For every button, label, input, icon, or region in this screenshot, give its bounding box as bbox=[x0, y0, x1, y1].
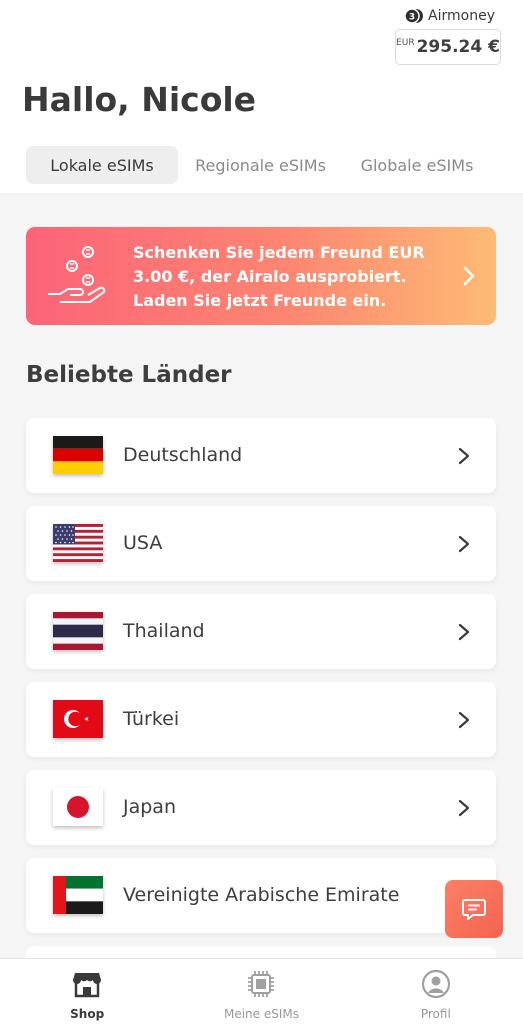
country-item-germany[interactable]: Deutschland bbox=[26, 418, 496, 493]
referral-banner[interactable]: Schenken Sie jedem Freund EUR 3.00 €, de… bbox=[26, 227, 496, 325]
referral-text: Schenken Sie jedem Freund EUR 3.00 €, de… bbox=[133, 243, 425, 310]
sim-chip-icon bbox=[248, 971, 275, 997]
airmoney-coin-icon: 3 bbox=[404, 8, 424, 24]
country-list: Deutschland USA Thailand Türkei Japan Ve… bbox=[26, 418, 496, 946]
country-name: Thailand bbox=[123, 620, 205, 642]
gift-coins-hand-icon bbox=[48, 246, 106, 303]
tab-global-esims[interactable]: Globale eSIMs bbox=[351, 146, 483, 184]
country-item-usa[interactable]: USA bbox=[26, 506, 496, 581]
balance-value: 295.24 € bbox=[416, 37, 500, 57]
country-name: USA bbox=[123, 532, 163, 554]
profile-icon bbox=[421, 969, 450, 999]
airmoney-label-group[interactable]: 3 Airmoney bbox=[404, 8, 495, 24]
chevron-right-icon bbox=[463, 266, 475, 286]
nav-shop[interactable]: Shop bbox=[0, 959, 174, 1024]
usa-flag-icon bbox=[53, 524, 103, 562]
support-chat-button[interactable] bbox=[445, 880, 503, 938]
nav-label-profile: Profil bbox=[420, 1007, 451, 1021]
chevron-right-icon bbox=[458, 799, 470, 817]
uae-flag-icon bbox=[53, 876, 103, 914]
country-name: Deutschland bbox=[123, 444, 243, 466]
airmoney-label: Airmoney bbox=[428, 8, 495, 24]
airmoney-balance[interactable]: EUR 295.24 € bbox=[395, 29, 501, 65]
tab-regional-esims[interactable]: Regionale eSIMs bbox=[178, 146, 343, 184]
turkey-flag-icon bbox=[53, 700, 103, 738]
bottom-navigation: Shop Meine eSIMs Profil bbox=[0, 958, 523, 1024]
country-name: Vereinigte Arabische Emirate bbox=[123, 884, 400, 906]
japan-flag-icon bbox=[53, 788, 103, 826]
nav-label-shop: Shop bbox=[70, 1007, 105, 1021]
country-item-thailand[interactable]: Thailand bbox=[26, 594, 496, 669]
country-name: Türkei bbox=[123, 708, 180, 730]
germany-flag-icon bbox=[53, 436, 103, 474]
chevron-right-icon bbox=[458, 623, 470, 641]
balance-currency: EUR bbox=[396, 38, 415, 48]
nav-label-my-esims: Meine eSIMs bbox=[223, 1007, 299, 1021]
chat-bubble-icon bbox=[462, 899, 486, 920]
shop-icon bbox=[73, 973, 102, 998]
section-title-popular-countries: Beliebte Länder bbox=[26, 362, 232, 388]
header-area: 3 Airmoney EUR 295.24 € Hallo, Nicole Lo… bbox=[0, 0, 523, 193]
nav-my-esims[interactable]: Meine eSIMs bbox=[174, 959, 348, 1024]
chevron-right-icon bbox=[458, 447, 470, 465]
page-title: Hallo, Nicole bbox=[22, 80, 257, 119]
nav-profile[interactable]: Profil bbox=[349, 959, 523, 1024]
chevron-right-icon bbox=[458, 535, 470, 553]
esim-tabs: Lokale eSIMs Regionale eSIMs Globale eSI… bbox=[26, 146, 497, 184]
country-item-japan[interactable]: Japan bbox=[26, 770, 496, 845]
tab-local-esims[interactable]: Lokale eSIMs bbox=[26, 146, 178, 184]
country-item-uae[interactable]: Vereinigte Arabische Emirate bbox=[26, 858, 496, 933]
country-name: Japan bbox=[123, 796, 176, 818]
svg-text:3: 3 bbox=[409, 13, 415, 23]
thailand-flag-icon bbox=[53, 612, 103, 650]
chevron-right-icon bbox=[458, 711, 470, 729]
country-item-turkey[interactable]: Türkei bbox=[26, 682, 496, 757]
